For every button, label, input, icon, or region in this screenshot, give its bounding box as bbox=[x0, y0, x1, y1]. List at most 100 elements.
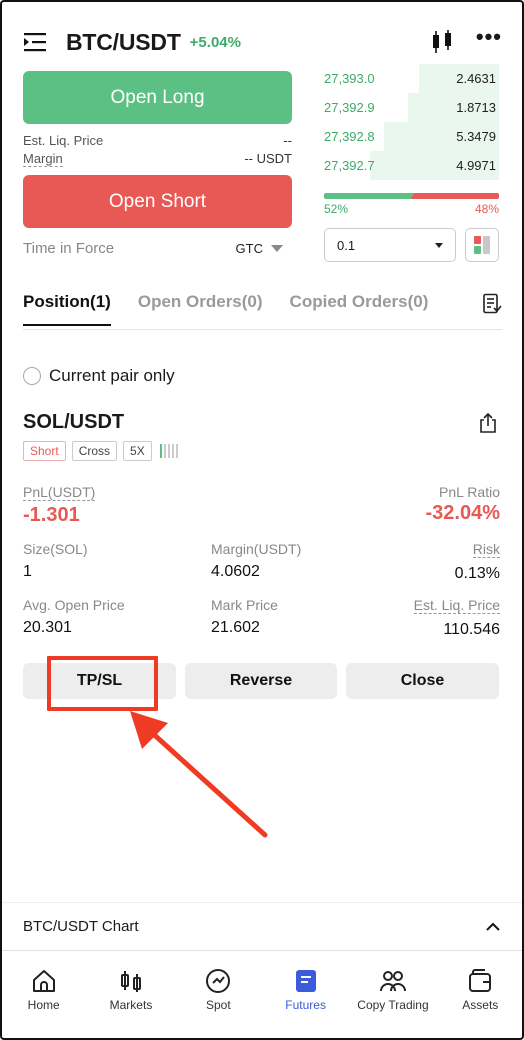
reverse-button[interactable]: Reverse bbox=[185, 663, 337, 699]
book-price: 27,393.0 bbox=[324, 71, 375, 86]
margin-row: Margin -- USDT bbox=[23, 151, 292, 167]
radio-button[interactable] bbox=[23, 367, 41, 385]
candlestick-chart-icon[interactable] bbox=[430, 29, 454, 55]
order-book-row[interactable]: 27,392.8 5.3479 bbox=[324, 122, 499, 151]
quantity-precision-value: 0.1 bbox=[337, 237, 356, 253]
sell-ratio-fill bbox=[410, 193, 499, 199]
pnl-label: PnL(USDT) bbox=[23, 484, 96, 501]
sell-ratio-label: 48% bbox=[474, 202, 499, 216]
menu-icon[interactable] bbox=[22, 30, 50, 54]
margin-mode-badge: Cross bbox=[71, 441, 118, 461]
dropdown-arrow-icon bbox=[271, 245, 283, 252]
margin-value: -- USDT bbox=[244, 151, 292, 166]
order-book: 27,393.0 2.4631 27,392.9 1.8713 27,392.8… bbox=[324, 64, 499, 180]
risk-label: Risk bbox=[472, 541, 500, 558]
est-liq-price-label: Est. Liq. Price bbox=[23, 133, 104, 148]
size-stat: Size(SOL) 1 bbox=[23, 541, 88, 581]
futures-icon bbox=[295, 970, 316, 992]
annotation-arrow-icon bbox=[130, 711, 268, 838]
nav-markets[interactable]: Markets bbox=[87, 951, 174, 1040]
position-est-liq-label: Est. Liq. Price bbox=[413, 597, 500, 614]
time-in-force-value: GTC bbox=[235, 241, 263, 256]
book-qty: 2.4631 bbox=[456, 71, 496, 86]
book-qty: 1.8713 bbox=[456, 100, 496, 115]
pnl-stat: PnL(USDT) -1.301 bbox=[23, 484, 96, 527]
order-book-row[interactable]: 27,393.0 2.4631 bbox=[324, 64, 499, 93]
mark-price-label: Mark Price bbox=[211, 597, 278, 613]
side-badge: Short bbox=[23, 441, 66, 461]
markets-icon bbox=[120, 971, 141, 992]
dropdown-arrow-icon bbox=[435, 242, 443, 248]
nav-home-label: Home bbox=[27, 998, 60, 1012]
order-book-row[interactable]: 27,392.7 4.9971 bbox=[324, 151, 499, 180]
tab-position[interactable]: Position(1) bbox=[23, 292, 111, 326]
open-short-button[interactable]: Open Short bbox=[23, 175, 292, 228]
margin-stat: Margin(USDT) 4.0602 bbox=[211, 541, 301, 581]
nav-futures-label: Futures bbox=[285, 998, 326, 1012]
leverage-level-icon bbox=[159, 444, 178, 458]
home-icon bbox=[32, 970, 55, 992]
book-qty: 5.3479 bbox=[456, 129, 496, 144]
nav-home[interactable]: Home bbox=[0, 951, 87, 1040]
book-qty: 4.9971 bbox=[456, 158, 496, 173]
nav-futures[interactable]: Futures bbox=[262, 951, 349, 1040]
share-icon[interactable] bbox=[478, 412, 498, 434]
buy-ratio-fill bbox=[324, 193, 415, 199]
chart-toggle-label: BTC/USDT Chart bbox=[23, 918, 139, 935]
nav-assets-label: Assets bbox=[462, 998, 499, 1012]
nav-spot[interactable]: Spot bbox=[175, 951, 262, 1040]
order-history-icon[interactable] bbox=[482, 293, 502, 315]
size-label: Size(SOL) bbox=[23, 541, 88, 557]
current-pair-only-filter[interactable]: Current pair only bbox=[23, 366, 175, 386]
avg-open-price-label: Avg. Open Price bbox=[23, 597, 125, 613]
book-layout-button[interactable] bbox=[465, 228, 499, 262]
risk-stat: Risk 0.13% bbox=[455, 541, 500, 583]
size-value: 1 bbox=[23, 563, 32, 580]
buy-ratio-label: 52% bbox=[324, 202, 349, 216]
pnl-value: -1.301 bbox=[23, 504, 80, 526]
position-est-liq-value: 110.546 bbox=[443, 621, 500, 638]
buy-sell-ratio-bar bbox=[324, 193, 499, 199]
highlight-box bbox=[47, 656, 158, 711]
nav-copy-trading[interactable]: Copy Trading bbox=[349, 951, 436, 1040]
nav-markets-label: Markets bbox=[109, 998, 153, 1012]
current-pair-only-label: Current pair only bbox=[49, 366, 175, 385]
time-in-force-label: Time in Force bbox=[23, 240, 115, 257]
position-symbol[interactable]: SOL/USDT bbox=[23, 411, 124, 434]
price-change: +5.04% bbox=[189, 33, 241, 51]
nav-copy-trading-label: Copy Trading bbox=[357, 998, 429, 1012]
position-margin-label: Margin(USDT) bbox=[211, 541, 302, 557]
order-book-row[interactable]: 27,392.9 1.8713 bbox=[324, 93, 499, 122]
header: BTC/USDT +5.04% ••• bbox=[22, 24, 502, 60]
book-price: 27,392.8 bbox=[324, 129, 375, 144]
tab-copied-orders[interactable]: Copied Orders(0) bbox=[290, 292, 429, 324]
open-long-button[interactable]: Open Long bbox=[23, 71, 292, 124]
position-margin-value: 4.0602 bbox=[211, 563, 260, 580]
bottom-navigation: Home Markets Spot Futures Copy Trading A… bbox=[0, 950, 524, 1040]
time-in-force-row[interactable]: Time in Force GTC bbox=[23, 240, 283, 257]
book-layout-icon bbox=[474, 236, 490, 254]
copy-trading-icon bbox=[379, 971, 406, 992]
est-liq-price-value: -- bbox=[283, 133, 292, 148]
tab-open-orders[interactable]: Open Orders(0) bbox=[138, 292, 263, 324]
more-options-icon[interactable]: ••• bbox=[476, 26, 502, 48]
spot-icon bbox=[206, 969, 231, 993]
avg-open-price-stat: Avg. Open Price 20.301 bbox=[23, 597, 125, 637]
assets-icon bbox=[469, 969, 492, 992]
pnl-ratio-value: -32.04% bbox=[425, 502, 501, 524]
nav-assets[interactable]: Assets bbox=[437, 951, 524, 1040]
chart-toggle-row[interactable]: BTC/USDT Chart bbox=[0, 902, 524, 950]
book-price: 27,392.7 bbox=[324, 158, 375, 173]
margin-label: Margin bbox=[23, 151, 63, 167]
position-tags: Short Cross 5X bbox=[23, 441, 178, 461]
quantity-precision-select[interactable]: 0.1 bbox=[324, 228, 456, 262]
mark-price-stat: Mark Price 21.602 bbox=[211, 597, 278, 637]
leverage-badge: 5X bbox=[123, 441, 152, 461]
risk-value: 0.13% bbox=[454, 565, 500, 582]
est-liq-price-row: Est. Liq. Price -- bbox=[23, 133, 292, 148]
chevron-up-icon[interactable] bbox=[485, 922, 501, 932]
close-position-button[interactable]: Close bbox=[346, 663, 499, 699]
time-in-force-select[interactable]: GTC bbox=[236, 241, 283, 256]
pnl-ratio-stat: PnL Ratio -32.04% bbox=[426, 484, 501, 525]
pair-title[interactable]: BTC/USDT bbox=[66, 29, 181, 56]
